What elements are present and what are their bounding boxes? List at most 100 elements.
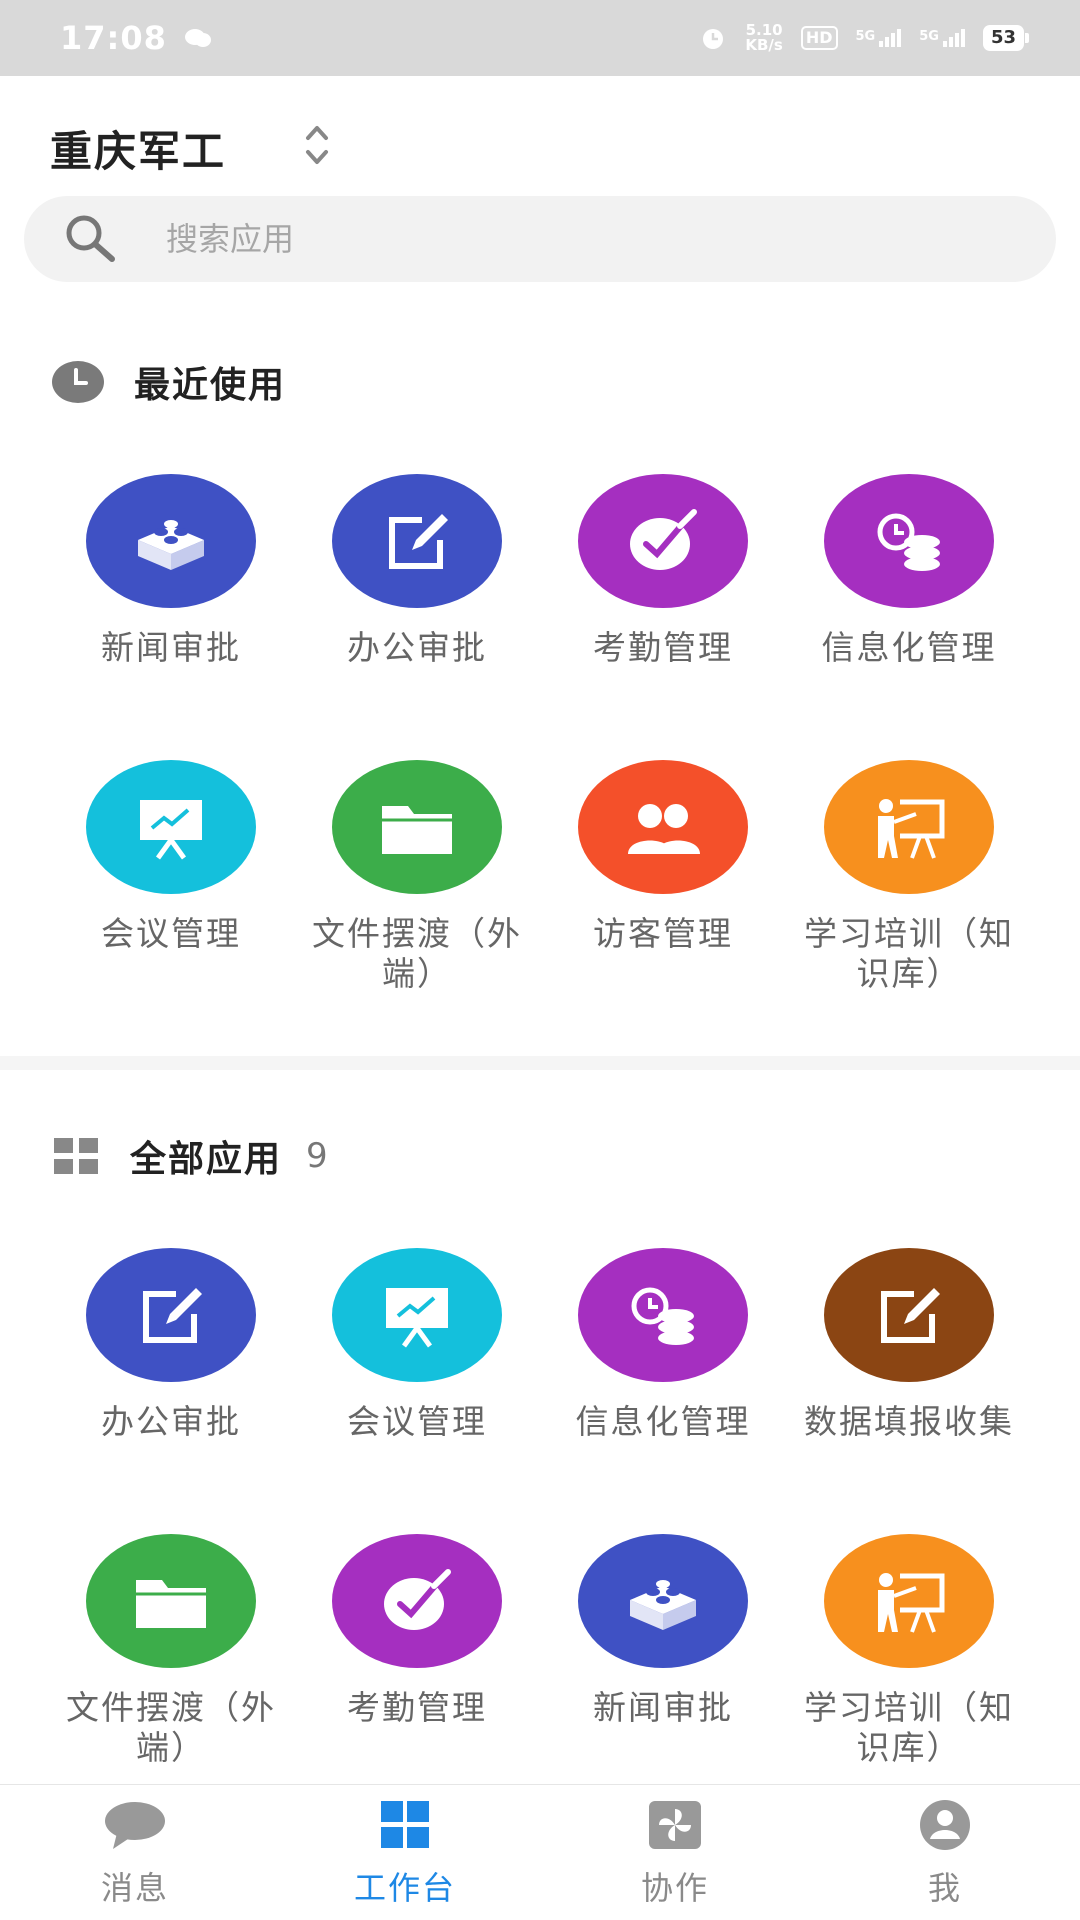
teacher-icon	[878, 799, 945, 859]
signal-2-label: 5G	[919, 29, 939, 44]
presentation-icon	[140, 800, 202, 860]
check-circle-icon	[630, 509, 697, 570]
teacher-icon	[878, 1573, 945, 1633]
nav-collaboration[interactable]: 协作	[540, 1785, 810, 1920]
coins-clock-icon	[877, 513, 940, 571]
folder-icon	[382, 806, 452, 854]
app-label: 会议管理	[347, 1402, 487, 1441]
recent-section-header: 最近使用	[52, 356, 286, 408]
signal-1: 5G	[856, 29, 902, 47]
all-apps-section-title: 全部应用	[130, 1139, 283, 1180]
net-speed-unit: KB/s	[745, 36, 783, 54]
recent-section-title: 最近使用	[134, 365, 287, 406]
section-divider	[0, 1056, 1080, 1070]
status-indicators: 5.10 KB/s HD 5G 5G 53	[699, 23, 1030, 53]
app-label: 学习培训（知识库）	[804, 1688, 1014, 1767]
all-apps-section-header: 全部应用 9	[52, 1130, 328, 1182]
wechat-icon	[184, 29, 211, 47]
search-input[interactable]	[166, 220, 866, 258]
app-label: 文件摆渡（外端）	[66, 1688, 276, 1767]
app-icon-bg	[332, 1534, 502, 1668]
signal-2: 5G	[919, 29, 965, 47]
edit-icon	[389, 514, 448, 569]
app-icon-bg	[86, 474, 256, 608]
pinwheel-icon	[649, 1801, 701, 1849]
app-label: 办公审批	[347, 628, 487, 667]
app-news-approval[interactable]: 新闻审批	[540, 1534, 786, 1728]
app-label: 会议管理	[101, 914, 241, 953]
app-file-transfer[interactable]: 文件摆渡（外端）	[48, 1534, 294, 1768]
app-label: 考勤管理	[593, 628, 733, 667]
app-icon-bg	[578, 474, 748, 608]
signal-1-label: 5G	[855, 29, 876, 44]
search-bar[interactable]	[24, 196, 1056, 282]
app-icon-bg	[578, 760, 748, 894]
app-icon-bg	[332, 760, 502, 894]
grid-icon	[54, 1138, 98, 1174]
nav-me[interactable]: 我	[810, 1785, 1080, 1920]
app-label: 新闻审批	[593, 1688, 733, 1727]
lego-block-icon	[138, 520, 204, 570]
net-speed: 5.10 KB/s	[745, 23, 782, 53]
app-icon-bg	[86, 1248, 256, 1382]
app-attendance[interactable]: 考勤管理	[294, 1534, 540, 1728]
app-icon-bg	[332, 474, 502, 608]
recent-app-training[interactable]: 学习培训（知识库）	[786, 760, 1032, 994]
switch-org-icon[interactable]	[300, 120, 334, 170]
recent-app-file-transfer[interactable]: 文件摆渡（外端）	[294, 760, 540, 994]
app-label: 信息化管理	[575, 1402, 751, 1441]
app-icon-bg	[578, 1248, 748, 1382]
app-it-management[interactable]: 信息化管理	[540, 1248, 786, 1442]
app-data-collection[interactable]: 数据填报收集	[786, 1248, 1032, 1442]
app-icon-bg	[86, 1534, 256, 1668]
app-label: 数据填报收集	[804, 1402, 1014, 1441]
app-training[interactable]: 学习培训（知识库）	[786, 1534, 1032, 1768]
app-icon-bg	[824, 1534, 994, 1668]
presentation-icon	[386, 1288, 448, 1348]
recent-app-office-approval[interactable]: 办公审批	[294, 474, 540, 668]
grid-icon	[381, 1801, 429, 1848]
app-label: 办公审批	[101, 1402, 241, 1441]
recent-app-meeting[interactable]: 会议管理	[48, 760, 294, 954]
chat-bubble-icon	[105, 1802, 165, 1849]
app-icon-bg	[578, 1534, 748, 1668]
app-label: 文件摆渡（外端）	[312, 914, 522, 993]
all-apps-count: 9	[306, 1136, 328, 1176]
search-icon	[66, 215, 115, 262]
alarm-icon	[703, 29, 724, 49]
check-circle-icon	[384, 1569, 451, 1630]
app-icon-bg	[824, 1248, 994, 1382]
bottom-nav: 消息 工作台 协作 我	[0, 1784, 1080, 1920]
people-icon	[628, 804, 700, 854]
status-bar: 17:08 5.10 KB/s HD 5G 5G 53	[0, 0, 1080, 76]
recent-app-news-approval[interactable]: 新闻审批	[48, 474, 294, 668]
app-meeting[interactable]: 会议管理	[294, 1248, 540, 1442]
battery-indicator: 53	[982, 25, 1030, 51]
edit-icon	[143, 1288, 202, 1343]
nav-label: 协作	[640, 1869, 709, 1907]
app-label: 信息化管理	[821, 628, 997, 667]
lego-block-icon	[630, 1580, 696, 1630]
app-label: 学习培训（知识库）	[804, 914, 1014, 993]
nav-label: 我	[927, 1869, 962, 1907]
nav-messages[interactable]: 消息	[0, 1785, 270, 1920]
nav-workbench[interactable]: 工作台	[270, 1785, 540, 1920]
recent-app-attendance[interactable]: 考勤管理	[540, 474, 786, 668]
app-office-approval[interactable]: 办公审批	[48, 1248, 294, 1442]
app-label: 访客管理	[593, 914, 733, 953]
nav-label: 消息	[100, 1869, 169, 1907]
app-icon-bg	[86, 760, 256, 894]
app-icon-bg	[824, 474, 994, 608]
recent-app-visitor[interactable]: 访客管理	[540, 760, 786, 954]
user-icon	[920, 1800, 970, 1850]
app-icon-bg	[824, 760, 994, 894]
folder-icon	[136, 1580, 206, 1628]
app-icon-bg	[332, 1248, 502, 1382]
clock-icon	[52, 361, 104, 403]
recent-app-it-management[interactable]: 信息化管理	[786, 474, 1032, 668]
coins-clock-icon	[631, 1287, 694, 1345]
status-time: 17:08	[60, 19, 167, 57]
app-label: 考勤管理	[347, 1688, 487, 1727]
nav-label: 工作台	[353, 1869, 456, 1907]
org-title[interactable]: 重庆军工	[50, 118, 226, 179]
